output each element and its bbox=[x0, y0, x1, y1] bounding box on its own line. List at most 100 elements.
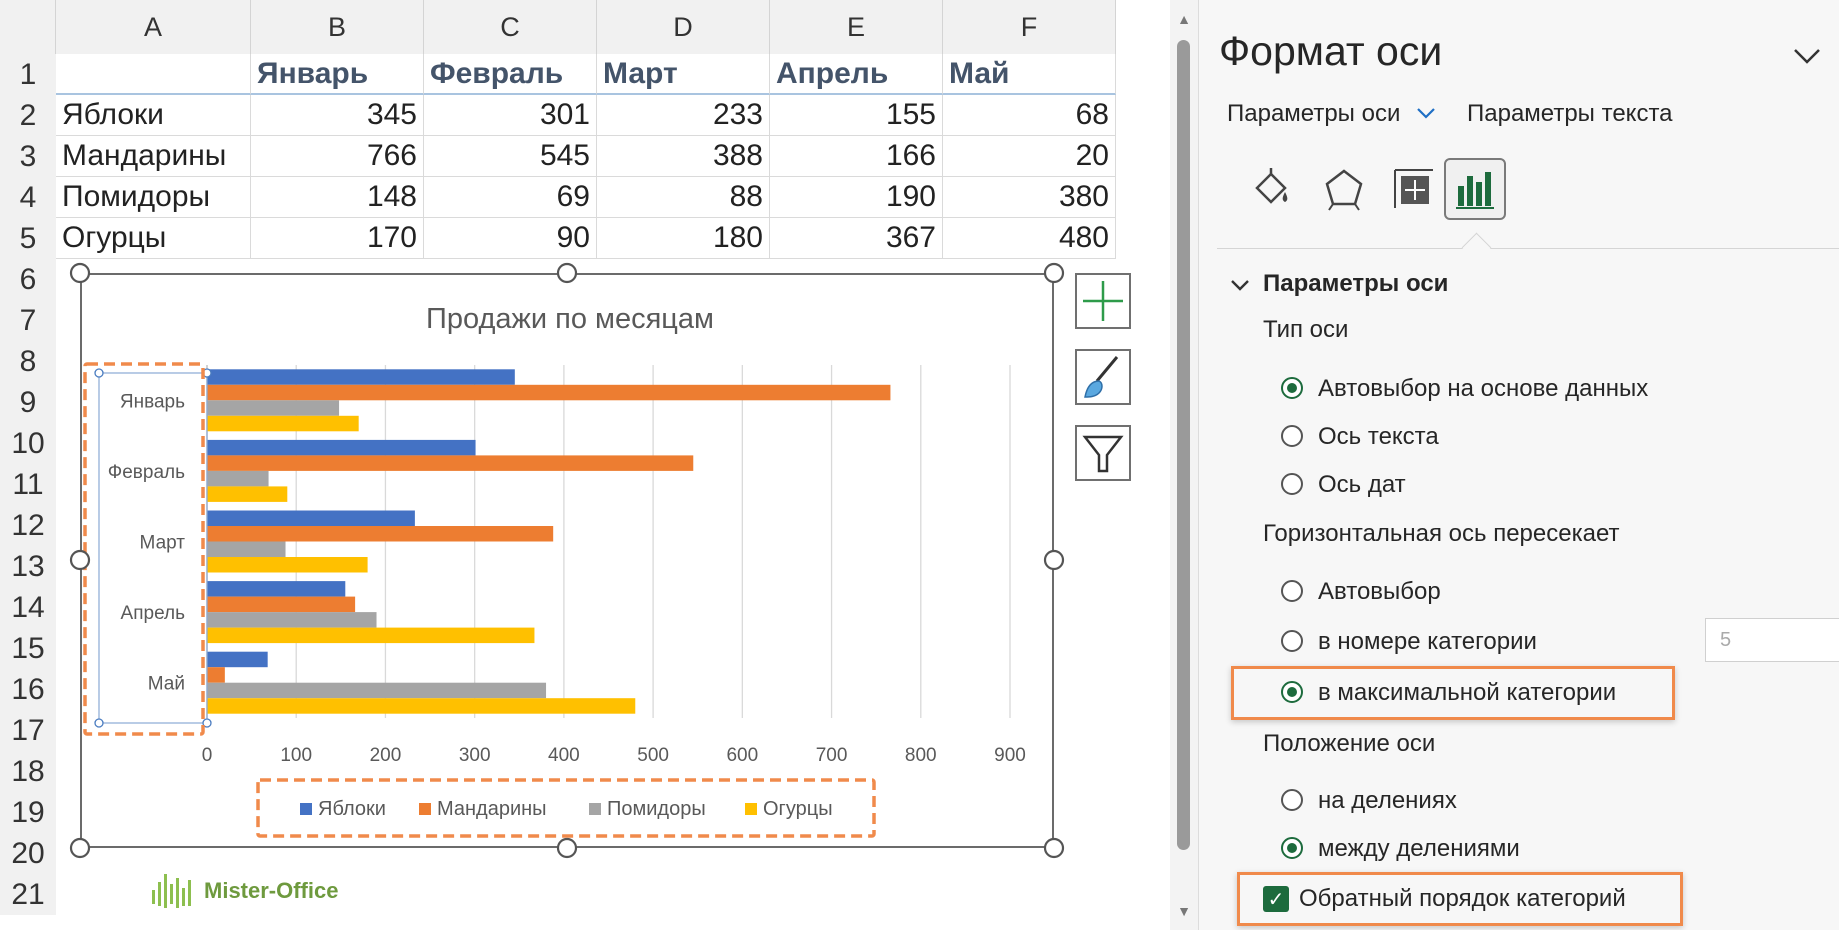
radio-between-ticks-label[interactable]: между делениями bbox=[1318, 835, 1520, 863]
scroll-up-icon[interactable]: ▲ bbox=[1170, 4, 1198, 34]
bar bbox=[207, 510, 415, 526]
bar bbox=[207, 698, 636, 714]
mister-office-logo: Mister-Office bbox=[150, 872, 338, 910]
radio-text-axis-label[interactable]: Ось текста bbox=[1318, 423, 1439, 451]
x-tick-label: 300 bbox=[459, 745, 491, 766]
bar bbox=[207, 581, 346, 597]
bar-chart[interactable]: Продажи по месяцам 0 100 200 300 400 500 600 700… bbox=[0, 0, 1170, 930]
position-label: Положение оси bbox=[1263, 730, 1436, 757]
radio-date-axis[interactable] bbox=[1281, 473, 1303, 495]
bar bbox=[207, 627, 535, 644]
radio-crosses-number[interactable] bbox=[1281, 630, 1303, 652]
axis-type-label: Тип оси bbox=[1263, 316, 1349, 343]
chart-elements-button[interactable] bbox=[1075, 273, 1131, 329]
pane-title: Формат оси bbox=[1219, 28, 1443, 74]
bar bbox=[207, 651, 268, 668]
chart-resize-handle bbox=[1043, 549, 1065, 571]
chart-resize-handle bbox=[556, 262, 578, 284]
chart-title: Продажи по месяцам bbox=[426, 303, 714, 335]
x-tick-label: 900 bbox=[994, 745, 1026, 766]
chevron-down-icon bbox=[1417, 108, 1435, 119]
filter-icon bbox=[1082, 435, 1124, 473]
y-category-label: Январь bbox=[120, 391, 185, 412]
bar bbox=[207, 557, 368, 573]
effects-icon bbox=[1325, 169, 1363, 211]
x-tick-label: 600 bbox=[726, 745, 758, 766]
bar bbox=[207, 415, 359, 432]
y-category-label: Май bbox=[148, 674, 185, 695]
fill-line-button[interactable] bbox=[1239, 158, 1301, 220]
x-tick-label: 800 bbox=[905, 745, 937, 766]
chart-resize-handle bbox=[556, 837, 578, 859]
size-properties-button[interactable] bbox=[1383, 158, 1445, 220]
tab-axis-options-label: Параметры оси bbox=[1227, 100, 1401, 127]
y-category-label: Февраль bbox=[108, 462, 185, 483]
x-tick-label: 200 bbox=[370, 745, 402, 766]
axis-selection-handle bbox=[94, 368, 104, 378]
crosses-number-input[interactable]: 5 bbox=[1705, 618, 1839, 662]
chart-filters-button[interactable] bbox=[1075, 425, 1131, 481]
legend-label: Помидоры bbox=[607, 798, 706, 820]
x-tick-label: 400 bbox=[548, 745, 580, 766]
axis-selection-handle bbox=[94, 718, 104, 728]
chart-resize-handle bbox=[69, 549, 91, 571]
bar bbox=[207, 667, 225, 683]
section-title: Параметры оси bbox=[1263, 270, 1449, 297]
plus-icon bbox=[1083, 281, 1123, 321]
size-properties-icon bbox=[1394, 169, 1433, 208]
chart-resize-handle bbox=[1043, 262, 1065, 284]
reverse-order-checkbox[interactable]: ✓ bbox=[1263, 886, 1289, 912]
tab-text-options-label: Параметры текста bbox=[1467, 100, 1673, 127]
bar bbox=[207, 455, 694, 471]
effects-button[interactable] bbox=[1313, 158, 1375, 220]
reverse-order-label[interactable]: Обратный порядок категорий bbox=[1299, 885, 1626, 913]
bar bbox=[207, 369, 515, 385]
radio-between-ticks[interactable] bbox=[1281, 837, 1303, 859]
vertical-scrollbar[interactable]: ▲ ▼ bbox=[1170, 0, 1198, 930]
active-tab-pointer bbox=[1461, 232, 1492, 263]
fill-line-icon bbox=[1255, 168, 1288, 204]
radio-text-axis[interactable] bbox=[1281, 425, 1303, 447]
radio-crosses-auto-label[interactable]: Автовыбор bbox=[1318, 578, 1441, 606]
axis-options-button[interactable] bbox=[1444, 158, 1506, 220]
scroll-down-icon[interactable]: ▼ bbox=[1170, 896, 1198, 926]
x-tick-label: 500 bbox=[637, 745, 669, 766]
bar bbox=[207, 526, 554, 542]
scroll-thumb[interactable] bbox=[1177, 40, 1190, 850]
spreadsheet: ABCDEF 1 2 3 4 5 6 7 8 9 10 11 12 13 14 15 16 17 18 19 20 21… bbox=[0, 0, 1170, 930]
y-category-label: Апрель bbox=[121, 603, 186, 624]
legend-label: Яблоки bbox=[318, 798, 386, 820]
chevron-down-icon[interactable] bbox=[1229, 276, 1251, 294]
pane-separator bbox=[1217, 248, 1839, 249]
legend-label: Огурцы bbox=[763, 798, 833, 820]
chart-resize-handle bbox=[1043, 837, 1065, 859]
x-tick-label: 0 bbox=[202, 745, 213, 766]
format-axis-pane: Формат оси Параметры оси Параметры текст… bbox=[1198, 0, 1839, 930]
legend-swatch bbox=[419, 803, 431, 815]
radio-crosses-number-label[interactable]: в номере категории bbox=[1318, 628, 1537, 656]
chevron-down-icon[interactable] bbox=[1787, 36, 1827, 76]
tab-axis-options[interactable]: Параметры оси bbox=[1227, 100, 1437, 128]
bar bbox=[207, 486, 288, 502]
chart-resize-handle bbox=[69, 837, 91, 859]
radio-auto-axis[interactable] bbox=[1281, 377, 1303, 399]
chart-styles-button[interactable] bbox=[1075, 349, 1131, 405]
tab-text-options[interactable]: Параметры текста bbox=[1467, 100, 1673, 128]
radio-auto-axis-label[interactable]: Автовыбор на основе данных bbox=[1318, 375, 1648, 403]
radio-on-ticks[interactable] bbox=[1281, 789, 1303, 811]
radio-date-axis-label[interactable]: Ось дат bbox=[1318, 471, 1406, 499]
y-category-label: Март bbox=[140, 533, 186, 554]
brush-icon bbox=[1084, 356, 1119, 398]
bar bbox=[207, 596, 356, 613]
legend-swatch bbox=[745, 803, 757, 815]
bar bbox=[207, 541, 286, 557]
axis-options-icon bbox=[1456, 172, 1494, 209]
radio-crosses-max-label[interactable]: в максимальной категории bbox=[1318, 679, 1616, 707]
legend-label: Мандарины bbox=[437, 798, 547, 820]
bar bbox=[207, 612, 377, 628]
radio-on-ticks-label[interactable]: на делениях bbox=[1318, 787, 1457, 815]
radio-crosses-auto[interactable] bbox=[1281, 580, 1303, 602]
radio-crosses-max[interactable] bbox=[1281, 681, 1303, 703]
logo-bars-icon bbox=[152, 874, 191, 908]
chart-resize-handle bbox=[69, 262, 91, 284]
